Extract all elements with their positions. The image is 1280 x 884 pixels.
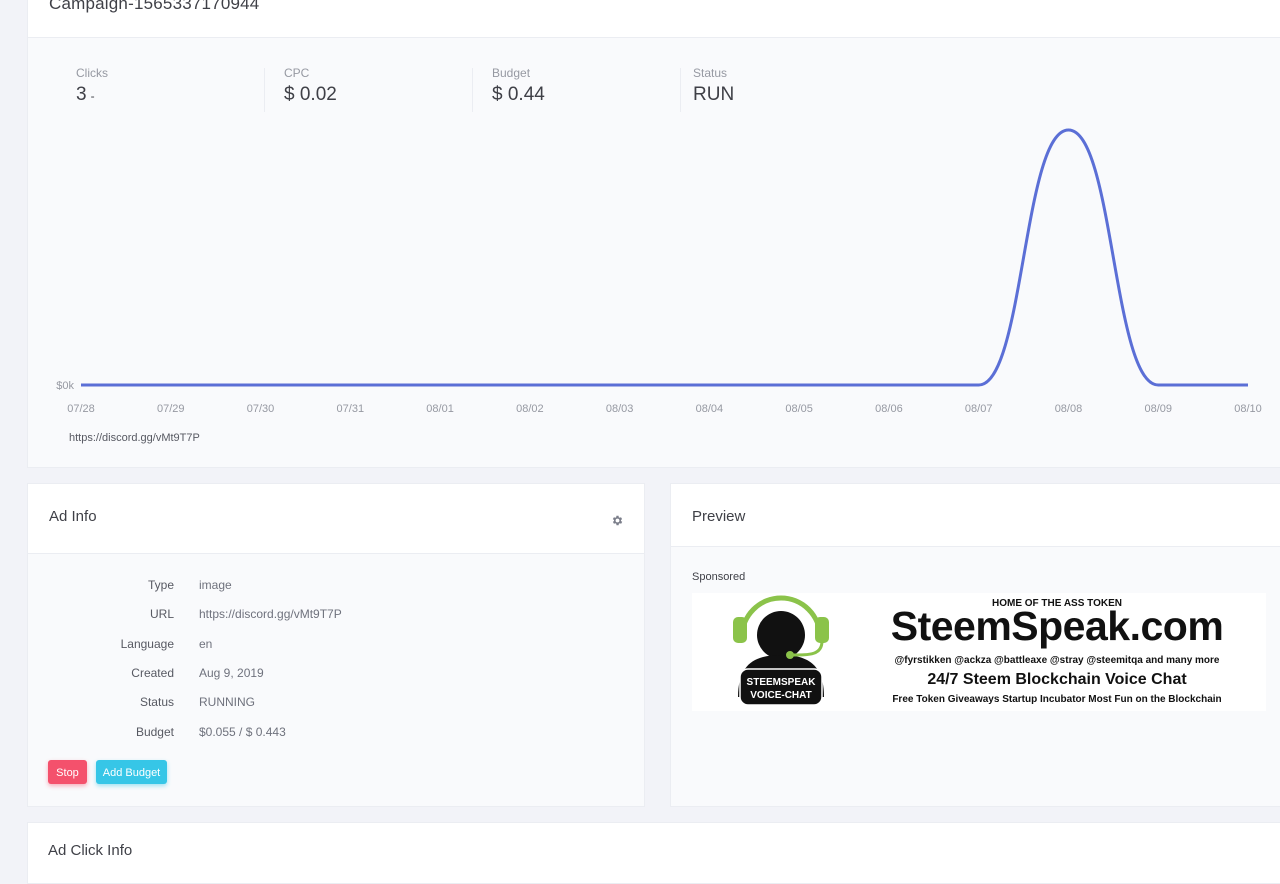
headset-logo-icon: STEEMSPEAK VOICE-CHAT bbox=[733, 595, 829, 706]
info-value: image bbox=[199, 578, 232, 592]
x-tick-label: 07/28 bbox=[67, 403, 95, 415]
ad-footer: Free Token Giveaways Startup Incubator M… bbox=[892, 694, 1222, 705]
logo-text-line1: STEEMSPEAK bbox=[747, 677, 817, 688]
ad-info-card: Ad Info Type image URL https://discord.g… bbox=[27, 483, 645, 807]
info-key: Status bbox=[139, 695, 174, 709]
x-tick-label: 08/05 bbox=[785, 403, 813, 415]
stat-budget-label: Budget bbox=[492, 66, 531, 80]
spend-line-chart: $0k 07/28 07/29 07/30 07/31 08/01 08/02 08/03 08… bbox=[56, 128, 1262, 415]
logo-text-line2: VOICE-CHAT bbox=[750, 690, 811, 701]
left-gutter bbox=[0, 0, 26, 877]
ad-text-block: HOME OF THE ASS TOKEN SteemSpeak.com @fy… bbox=[852, 593, 1262, 711]
stat-status-label: Status bbox=[693, 66, 728, 80]
campaign-card: Campaign-1565337170944 Clicks 3- CPC $ 0… bbox=[27, 0, 1280, 468]
preview-card: Preview Sponsored STEEMSPEAK VOICE-CHAT … bbox=[670, 483, 1280, 807]
stat-divider bbox=[680, 68, 681, 112]
info-value: en bbox=[199, 637, 213, 651]
ad-banner-image[interactable]: STEEMSPEAK VOICE-CHAT HOME OF THE ASS TO… bbox=[692, 593, 1266, 711]
stop-button[interactable]: Stop bbox=[48, 760, 87, 784]
campaign-link[interactable]: https://discord.gg/vMt9T7P bbox=[69, 432, 200, 444]
stat-clicks-label: Clicks bbox=[76, 66, 108, 80]
x-tick-label: 08/08 bbox=[1055, 403, 1083, 415]
x-tick-label: 08/01 bbox=[426, 403, 454, 415]
campaign-title: Campaign-1565337170944 bbox=[49, 0, 260, 13]
x-tick-label: 08/09 bbox=[1144, 403, 1172, 415]
info-key: Created bbox=[131, 666, 174, 680]
stat-cpc: CPC $ 0.02 bbox=[284, 66, 337, 112]
info-key: Language bbox=[120, 637, 174, 651]
x-tick-label: 08/10 bbox=[1234, 403, 1262, 415]
ad-info-header: Ad Info bbox=[28, 484, 644, 554]
stat-budget-value: $ 0.44 bbox=[492, 84, 545, 105]
campaign-header: Campaign-1565337170944 bbox=[28, 0, 1280, 38]
info-value: $0.055 / $ 0.443 bbox=[199, 725, 286, 739]
stat-clicks-value: 3- bbox=[76, 84, 108, 106]
stat-divider bbox=[472, 68, 473, 112]
stat-clicks: Clicks 3- bbox=[76, 66, 108, 112]
stat-clicks-number: 3 bbox=[76, 84, 87, 105]
ad-headline: 24/7 Steem Blockchain Voice Chat bbox=[927, 671, 1187, 688]
x-tick-label: 08/03 bbox=[606, 403, 634, 415]
ad-info-title: Ad Info bbox=[49, 508, 97, 525]
info-key: URL bbox=[149, 607, 174, 621]
info-value: RUNNING bbox=[199, 695, 255, 709]
ad-users: @fyrstikken @ackza @battleaxe @stray @st… bbox=[894, 655, 1220, 666]
x-tick-label: 07/30 bbox=[247, 403, 275, 415]
ad-brand: SteemSpeak.com bbox=[890, 603, 1224, 649]
add-budget-button[interactable]: Add Budget bbox=[96, 760, 167, 784]
info-key: Budget bbox=[135, 725, 174, 739]
info-key: Type bbox=[147, 578, 174, 592]
stat-status: Status RUN bbox=[693, 66, 734, 112]
x-tick-label: 08/04 bbox=[696, 403, 724, 415]
x-tick-label: 08/07 bbox=[965, 403, 993, 415]
x-tick-label: 07/29 bbox=[157, 403, 185, 415]
stat-clicks-suffix: - bbox=[90, 89, 95, 103]
stat-divider bbox=[264, 68, 265, 112]
stat-budget: Budget $ 0.44 bbox=[492, 66, 545, 112]
x-tick-label: 08/02 bbox=[516, 403, 544, 415]
sponsored-label: Sponsored bbox=[692, 571, 746, 583]
ad-click-info-title: Ad Click Info bbox=[48, 842, 133, 859]
stat-cpc-label: CPC bbox=[284, 66, 310, 80]
y-tick-label: $0k bbox=[56, 380, 74, 392]
stat-status-value: RUN bbox=[693, 84, 735, 105]
stat-cpc-value: $ 0.02 bbox=[284, 84, 337, 105]
ad-click-info-card: Ad Click Info bbox=[27, 822, 1280, 884]
series-line bbox=[81, 128, 1248, 387]
x-tick-label: 07/31 bbox=[337, 403, 365, 415]
info-value-link[interactable]: https://discord.gg/vMt9T7P bbox=[199, 607, 342, 621]
preview-header: Preview bbox=[671, 484, 1280, 547]
info-value: Aug 9, 2019 bbox=[199, 666, 264, 680]
x-tick-label: 08/06 bbox=[875, 403, 903, 415]
preview-title: Preview bbox=[692, 508, 746, 525]
gear-icon[interactable] bbox=[611, 514, 624, 527]
